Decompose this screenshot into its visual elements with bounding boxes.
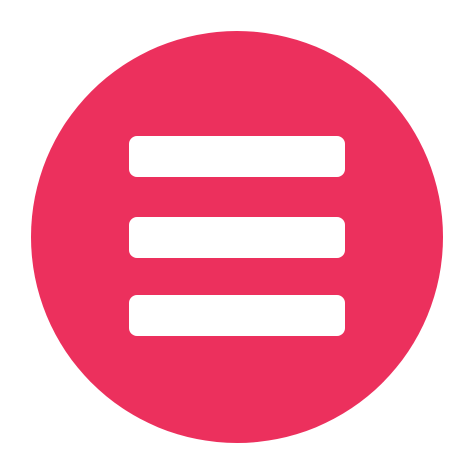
hamburger-menu-button[interactable] bbox=[31, 31, 443, 443]
menu-bar-top bbox=[129, 136, 345, 177]
menu-bar-bottom bbox=[129, 295, 345, 336]
icon-canvas bbox=[0, 0, 474, 474]
menu-bar-middle bbox=[129, 217, 345, 258]
